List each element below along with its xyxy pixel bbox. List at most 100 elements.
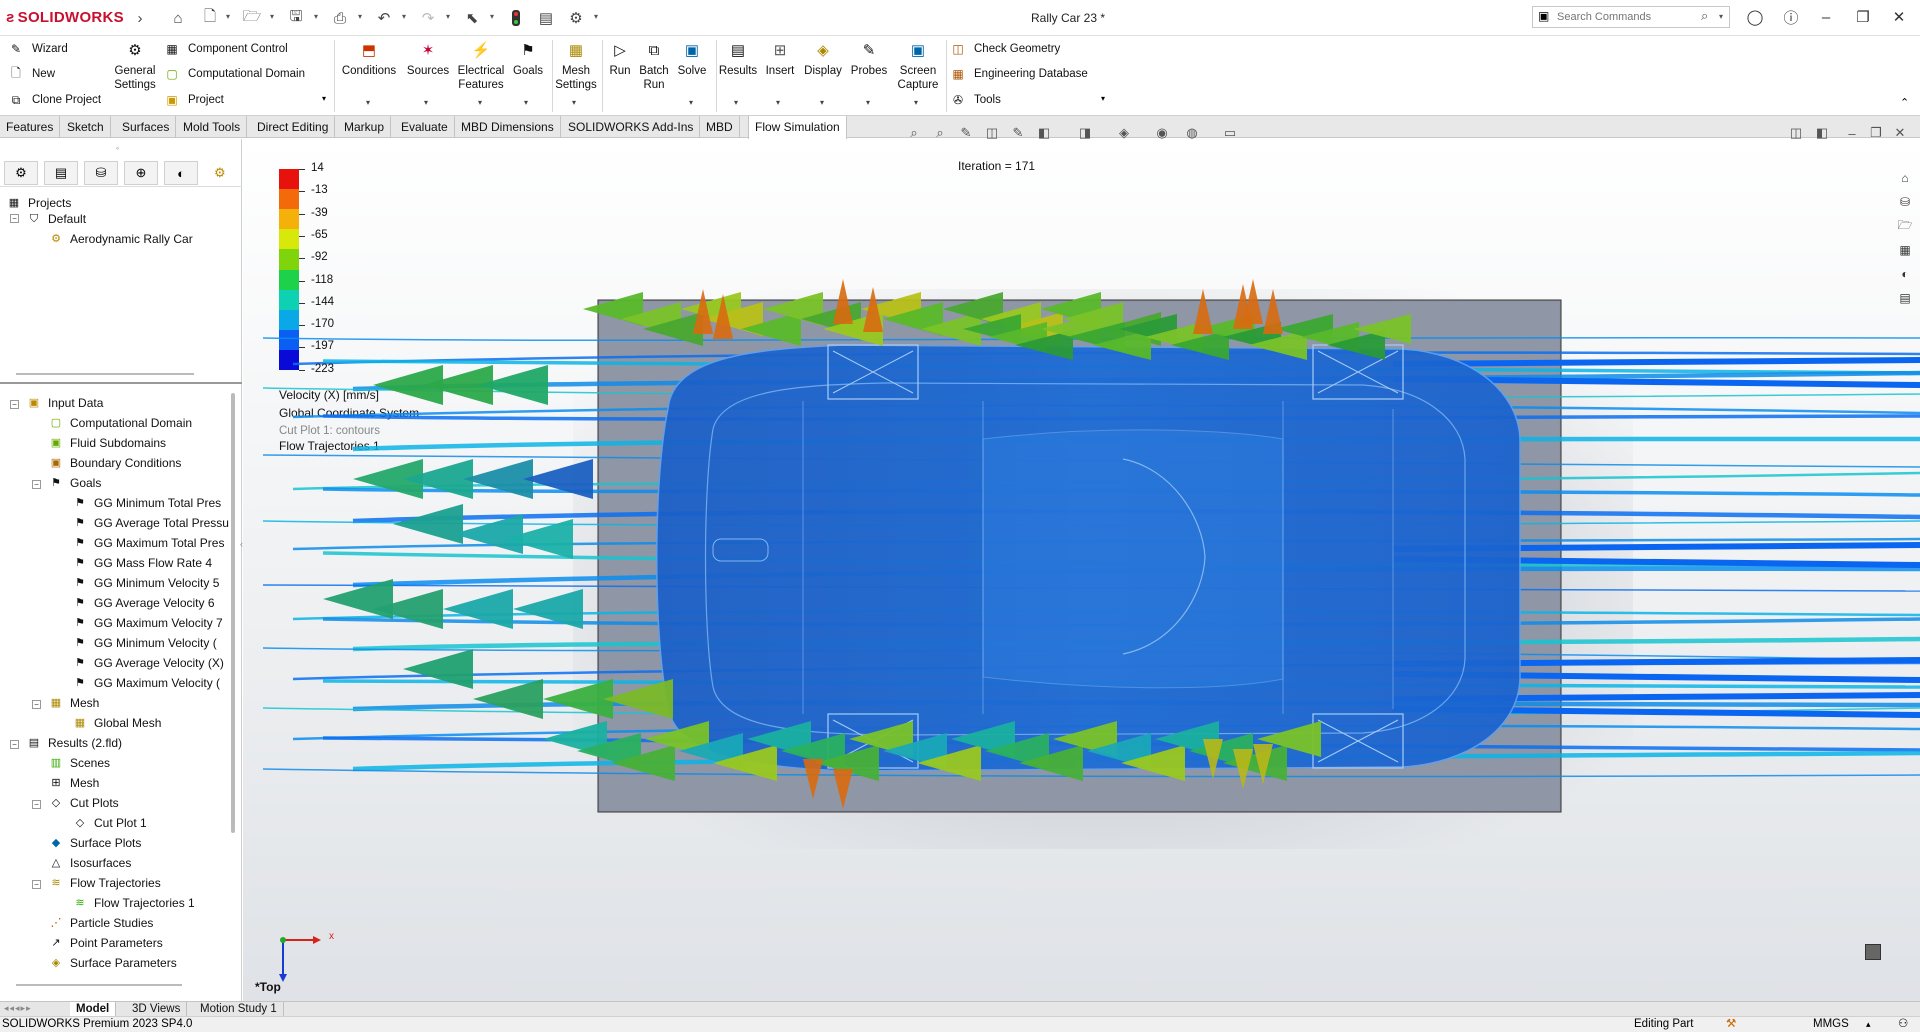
probes-dropdown-icon[interactable]: ▾ xyxy=(866,98,870,107)
new-dropdown-icon[interactable]: ▾ xyxy=(226,12,230,21)
results-dropdown-icon[interactable]: ▾ xyxy=(734,98,738,107)
options-gear-icon[interactable]: ⚙ xyxy=(566,8,586,28)
general-settings-button[interactable]: ⚙ General Settings xyxy=(110,40,160,110)
save-icon[interactable]: 🖫 xyxy=(286,8,306,28)
splitter[interactable] xyxy=(16,373,194,375)
tree-goals[interactable]: ⚑ Goals xyxy=(48,473,101,493)
units-dropdown-icon[interactable]: ▴ xyxy=(1866,1017,1871,1032)
configuration-manager-tab-icon[interactable]: ⛁ xyxy=(84,161,118,185)
view-orientation-icon[interactable]: ◧ xyxy=(1034,124,1054,142)
tree-goal-item[interactable]: ⚑ GG Minimum Velocity ( xyxy=(72,633,217,653)
select-pointer-icon[interactable]: ⬉ xyxy=(462,8,482,28)
tree-scrollbar[interactable] xyxy=(231,393,235,833)
hide-show-items-icon[interactable]: ◈ xyxy=(1114,124,1134,142)
component-control-button[interactable]: ▦ Component Control xyxy=(164,39,287,59)
mesh-dropdown-icon[interactable]: ▾ xyxy=(572,98,576,107)
design-library-icon[interactable]: ⛁ xyxy=(1895,192,1915,212)
tree-goal-item[interactable]: ⚑ GG Minimum Velocity 5 xyxy=(72,573,219,593)
print-icon[interactable]: ⎙ xyxy=(330,8,350,28)
solve-dropdown-icon[interactable]: ▾ xyxy=(689,98,693,107)
tree-scenes[interactable]: ▥ Scenes xyxy=(48,753,110,773)
tree-goal-item[interactable]: ⚑ GG Average Total Pressu xyxy=(72,513,229,533)
tree-surface-parameters[interactable]: ◈ Surface Parameters xyxy=(48,953,177,973)
magnifier-icon[interactable]: ⌕ xyxy=(1701,8,1708,24)
computational-domain-button[interactable]: ▢ Computational Domain xyxy=(164,64,305,84)
view-palette-icon[interactable]: ▦ xyxy=(1895,240,1915,260)
previous-view-icon[interactable]: ✎ xyxy=(956,124,976,142)
tab-scroll-arrows-icon[interactable]: ◂◂◂▸▸ xyxy=(4,1003,32,1014)
viewport-close-icon[interactable]: ✕ xyxy=(1890,124,1910,142)
tab-evaluate[interactable]: Evaluate xyxy=(395,116,455,138)
expand-toggle-icon[interactable]: − xyxy=(10,740,19,749)
horizontal-scrollbar[interactable] xyxy=(16,984,182,986)
display-style-icon[interactable]: ◨ xyxy=(1075,124,1095,142)
display-dropdown-icon[interactable]: ▾ xyxy=(820,98,824,107)
tree-boundary-conditions[interactable]: ▣ Boundary Conditions xyxy=(48,453,182,473)
tab-model[interactable]: Model xyxy=(70,1002,117,1017)
tree-results-mesh[interactable]: ⊞ Mesh xyxy=(48,773,99,793)
project-button[interactable]: ▣ Project xyxy=(164,90,223,110)
section-view-icon[interactable]: ◫ xyxy=(982,124,1002,142)
tab-solidworks-add-ins[interactable]: SOLIDWORKS Add-Ins xyxy=(562,116,701,138)
viewport-minimize-icon[interactable]: – xyxy=(1842,124,1862,142)
tab-flow-simulation[interactable]: Flow Simulation xyxy=(748,116,847,139)
flow-simulation-tab-icon[interactable]: ⚙ xyxy=(214,165,226,181)
notification-icon[interactable]: ⚇ xyxy=(1898,1017,1908,1032)
custom-properties-icon[interactable]: ▤ xyxy=(1895,288,1915,308)
engineering-database-button[interactable]: ▦ Engineering Database xyxy=(950,64,1087,84)
panel-handle-icon[interactable]: ◦ xyxy=(116,143,119,153)
display-manager-tab-icon[interactable]: ◐ xyxy=(164,161,198,185)
dynamic-annotation-icon[interactable]: ✎ xyxy=(1008,124,1028,142)
tree-goal-item[interactable]: ⚑ GG Average Velocity (X) xyxy=(72,653,224,673)
tree-point-parameters[interactable]: ↗ Point Parameters xyxy=(48,933,162,953)
tab-3d-views[interactable]: 3D Views xyxy=(126,1002,188,1017)
options-dropdown-icon[interactable]: ▾ xyxy=(594,12,598,21)
open-dropdown-icon[interactable]: ▾ xyxy=(270,12,274,21)
undo-icon[interactable]: ↶ xyxy=(374,8,394,28)
tree-particle-studies[interactable]: ⋰ Particle Studies xyxy=(48,913,154,933)
simulation-scene[interactable] xyxy=(243,139,1920,1001)
tools-dropdown-icon[interactable]: ▾ xyxy=(1101,94,1105,103)
traffic-light-icon[interactable] xyxy=(506,8,526,28)
open-folder-icon[interactable]: 🗁 xyxy=(242,8,262,28)
zoom-to-fit-icon[interactable]: ⌕ xyxy=(904,124,924,142)
new-document-icon[interactable]: 🗋 xyxy=(200,8,220,28)
expand-toggle-icon[interactable]: − xyxy=(10,400,19,409)
zoom-to-area-icon[interactable]: ⌕ xyxy=(930,124,950,142)
batch-run-button[interactable]: ⧉ Batch Run xyxy=(636,40,672,110)
tab-sketch[interactable]: Sketch xyxy=(61,116,111,138)
tools-button[interactable]: ✇ Tools xyxy=(950,90,1001,110)
electrical-dropdown-icon[interactable]: ▾ xyxy=(478,98,482,107)
new-button[interactable]: 🗋 New xyxy=(8,64,55,84)
tab-motion-study-1[interactable]: Motion Study 1 xyxy=(194,1002,284,1017)
minimize-icon[interactable]: – xyxy=(1813,6,1839,28)
edit-appearance-icon[interactable]: ◉ xyxy=(1152,124,1172,142)
select-dropdown-icon[interactable]: ▾ xyxy=(490,12,494,21)
stop-icon[interactable] xyxy=(1865,944,1881,960)
expand-toggle-icon[interactable]: − xyxy=(32,880,41,889)
tree-mesh[interactable]: ▦ Mesh xyxy=(48,693,100,713)
tree-surface-plots[interactable]: ◆ Surface Plots xyxy=(48,833,142,853)
tree-cut-plot-1[interactable]: ◇ Cut Plot 1 xyxy=(72,813,147,833)
redo-dropdown-icon[interactable]: ▾ xyxy=(446,12,450,21)
check-geometry-button[interactable]: ◫ Check Geometry xyxy=(950,39,1060,59)
help-icon[interactable]: ⓘ xyxy=(1778,6,1804,28)
collapse-ribbon-icon[interactable]: ⌃ xyxy=(1900,96,1909,109)
tree-goal-item[interactable]: ⚑ GG Average Velocity 6 xyxy=(72,593,214,613)
tree-flow-trajectories[interactable]: ≋ Flow Trajectories xyxy=(48,873,160,893)
expand-toggle-icon[interactable]: − xyxy=(32,800,41,809)
expand-toggle-icon[interactable]: − xyxy=(10,214,19,223)
solidworks-resources-icon[interactable]: ⌂ xyxy=(1895,168,1915,188)
conditions-dropdown-icon[interactable]: ▾ xyxy=(366,98,370,107)
tree-fluid-subdomains[interactable]: ▣ Fluid Subdomains xyxy=(48,433,166,453)
tile-vertical-icon[interactable]: ◧ xyxy=(1812,124,1832,142)
viewport-restore-icon[interactable]: ❐ xyxy=(1866,124,1886,142)
tree-input-data[interactable]: ▣ Input Data xyxy=(26,393,104,413)
rebuild-icon[interactable]: ⚒ xyxy=(1726,1017,1736,1032)
tree-goal-item[interactable]: ⚑ GG Maximum Total Pres xyxy=(72,533,224,553)
apply-scene-icon[interactable]: ◍ xyxy=(1182,124,1202,142)
tab-mbd[interactable]: MBD xyxy=(700,116,740,138)
expand-toggle-icon[interactable]: − xyxy=(32,480,41,489)
tree-cut-plots[interactable]: ◇ Cut Plots xyxy=(48,793,119,813)
file-explorer-icon[interactable]: 🗁 xyxy=(1895,216,1915,236)
